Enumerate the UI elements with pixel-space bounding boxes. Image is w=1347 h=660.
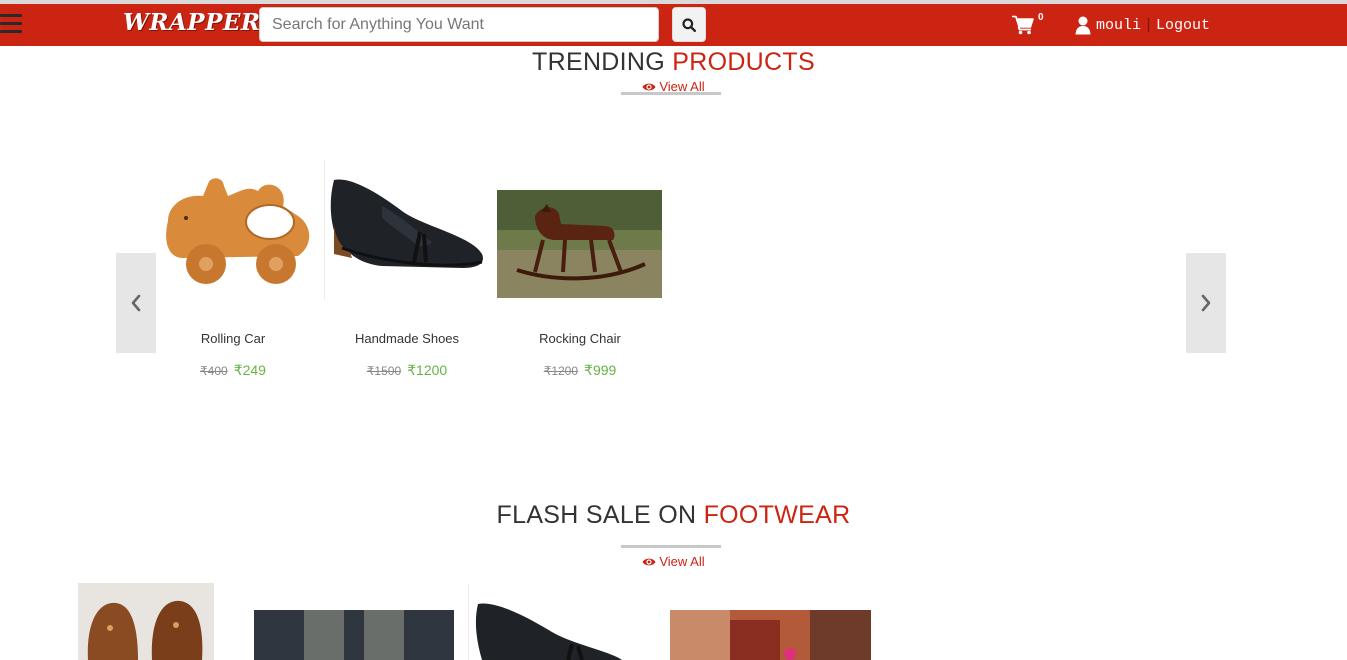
old-price: ₹400 <box>200 364 228 378</box>
product-image-rocking-chair <box>497 190 662 298</box>
user-menu: mouli | Logout <box>1075 15 1210 35</box>
product-price: ₹1200 ₹999 <box>495 362 665 379</box>
cart-icon <box>1012 15 1034 35</box>
old-price: ₹1200 <box>543 364 579 378</box>
logo[interactable]: WRAPPERS <box>123 9 278 36</box>
flash-sale-title: FLASH SALE ON FOOTWEAR <box>0 501 1347 530</box>
footwear-image-2[interactable] <box>254 610 454 660</box>
search-icon <box>682 17 696 32</box>
product-price: ₹1500 ₹1200 <box>322 362 492 379</box>
flash-view-all-link[interactable]: View All <box>0 554 1347 569</box>
logout-link[interactable]: Logout <box>1156 17 1210 34</box>
product-price: ₹400 ₹249 <box>148 362 318 379</box>
user-icon <box>1075 16 1091 35</box>
eye-icon <box>642 558 656 566</box>
product-name[interactable]: Rolling Car <box>148 331 318 346</box>
flash-title-plain: FLASH SALE ON <box>496 501 704 529</box>
card-divider <box>468 584 469 660</box>
footwear-image-3[interactable] <box>472 600 642 660</box>
product-name[interactable]: Rocking Chair <box>495 331 665 346</box>
carousel-next-button[interactable] <box>1186 253 1226 353</box>
chevron-right-icon <box>1201 294 1211 312</box>
product-name[interactable]: Handmade Shoes <box>322 331 492 346</box>
menu-icon[interactable] <box>0 14 22 36</box>
trending-title-plain: TRENDING <box>532 48 673 76</box>
new-price: ₹999 <box>584 362 617 378</box>
trending-title: TRENDING PRODUCTS <box>0 48 1347 77</box>
navbar: WRAPPERS 0 mouli | Logout <box>0 4 1347 46</box>
user-separator: | <box>1144 16 1154 34</box>
product-image-rolling-car <box>166 178 310 284</box>
flash-title-highlight: FOOTWEAR <box>703 501 851 529</box>
old-price: ₹1500 <box>366 364 402 378</box>
chevron-left-icon <box>131 294 141 312</box>
footwear-image-4[interactable] <box>670 610 871 660</box>
cart-count-badge: 0 <box>1038 12 1044 23</box>
search-button[interactable] <box>672 7 706 42</box>
flash-title-underline <box>621 545 721 548</box>
eye-icon <box>642 83 656 91</box>
new-price: ₹1200 <box>407 362 448 378</box>
new-price: ₹249 <box>233 362 266 378</box>
trending-title-highlight: PRODUCTS <box>672 48 815 76</box>
footwear-image-1[interactable] <box>78 583 214 660</box>
product-image-handmade-shoes <box>330 179 483 268</box>
search-input[interactable] <box>259 7 659 42</box>
flash-view-all-label: View All <box>659 554 705 569</box>
username-link[interactable]: mouli <box>1096 17 1141 34</box>
trending-title-underline <box>621 92 721 95</box>
cart-button[interactable]: 0 <box>1012 12 1052 38</box>
